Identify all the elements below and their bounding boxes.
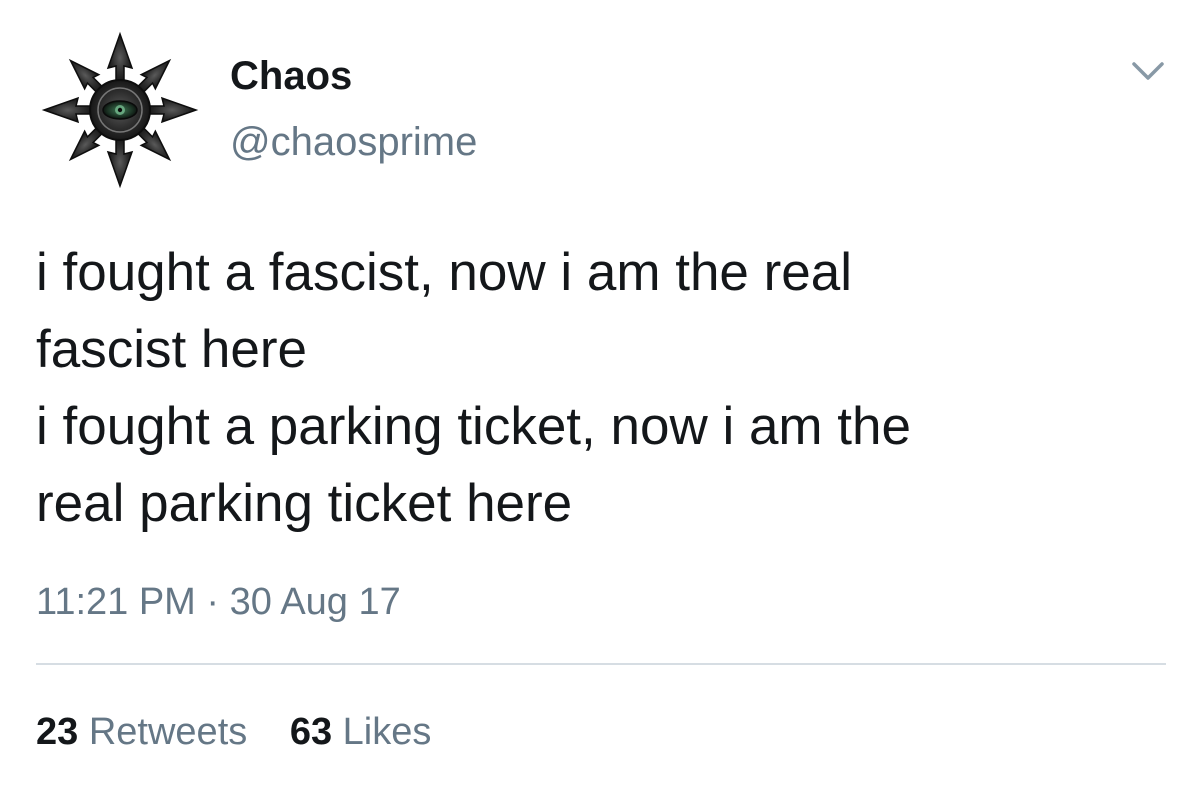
- likes-count: 63: [289, 711, 333, 753]
- likes-stat[interactable]: 63 Likes: [290, 708, 432, 756]
- tweet-text-line: i fought a parking ticket, now i am the: [36, 397, 911, 456]
- avatar[interactable]: [40, 30, 200, 190]
- author-display-name[interactable]: Chaos: [230, 52, 352, 100]
- tweet-menu-button[interactable]: [1128, 56, 1168, 86]
- retweets-stat[interactable]: 23 Retweets: [36, 708, 247, 756]
- likes-label: Likes: [342, 711, 432, 753]
- chaos-star-icon: [41, 31, 199, 189]
- tweet-card: Chaos @chaosprime i fought a fascist, no…: [0, 0, 1200, 790]
- author-handle[interactable]: @chaosprime: [230, 118, 477, 166]
- retweets-label: Retweets: [88, 711, 248, 753]
- retweets-count: 23: [36, 711, 79, 753]
- tweet-text-line: fascist here: [36, 320, 308, 379]
- tweet-text: i fought a fascist, now i am the real fa…: [36, 234, 1176, 542]
- chevron-down-icon: [1132, 62, 1164, 80]
- tweet-timestamp[interactable]: 11:21 PM · 30 Aug 17: [36, 578, 401, 626]
- tweet-stats: 23 Retweets 63 Likes: [36, 708, 463, 756]
- divider: [36, 663, 1166, 665]
- tweet-text-line: real parking ticket here: [36, 474, 573, 533]
- tweet-text-line: i fought a fascist, now i am the real: [36, 243, 853, 302]
